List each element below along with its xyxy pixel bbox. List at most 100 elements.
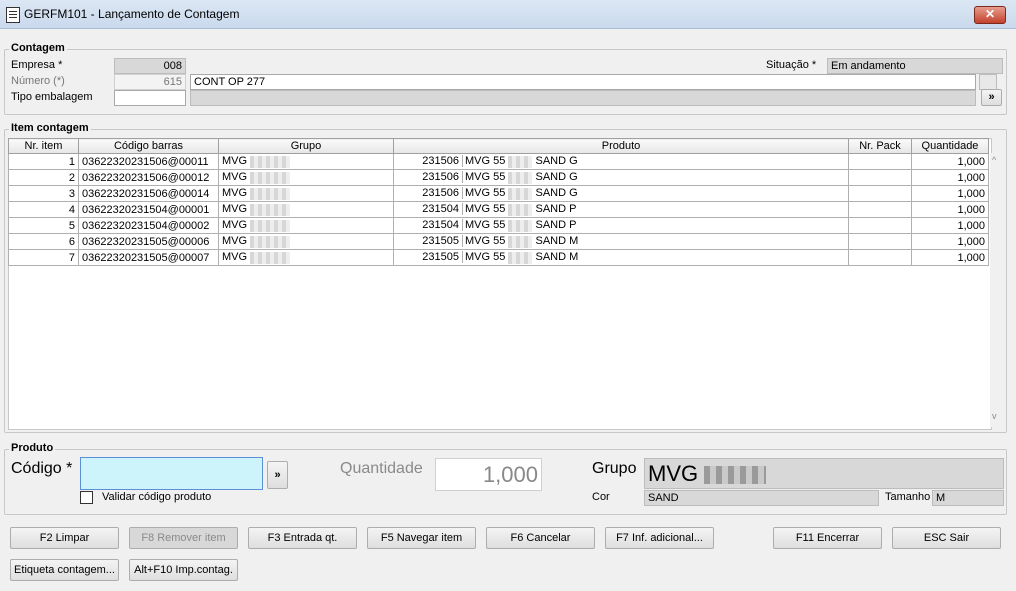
- cell-produto: 231505 MVG 55 SAND M: [393, 249, 849, 266]
- produto-nome: MVG 55: [465, 187, 506, 200]
- imp-contag-button[interactable]: Alt+F10 Imp.contag.: [129, 559, 238, 581]
- redacted-block: [250, 203, 291, 216]
- tamanho-field[interactable]: M: [932, 490, 1004, 506]
- grupo-field[interactable]: MVG: [644, 458, 1004, 489]
- situacao-field[interactable]: Em andamento: [827, 58, 1003, 74]
- cell-produto: 231505 MVG 55 SAND M: [393, 233, 849, 250]
- empresa-field[interactable]: 008: [114, 58, 186, 74]
- table-row[interactable]: 4 03622320231504@00001 MVG 231504 MVG 55 SA…: [8, 201, 989, 218]
- cell-quantidade: 1,000: [911, 217, 989, 234]
- cell-grupo: MVG: [218, 217, 394, 234]
- situacao-label: Situação *: [766, 59, 817, 71]
- col-produto[interactable]: Produto: [393, 138, 849, 154]
- codigo-input[interactable]: [80, 457, 263, 490]
- descricao-aux-button[interactable]: [979, 74, 997, 90]
- grupo-text: MVG: [222, 187, 248, 200]
- validar-label[interactable]: Validar código produto: [102, 491, 211, 503]
- cell-codigo-barras: 03622320231504@00002: [78, 217, 219, 234]
- cancelar-button[interactable]: F6 Cancelar: [486, 527, 595, 549]
- col-quantidade[interactable]: Quantidade: [911, 138, 989, 154]
- grupo-text: MVG: [222, 251, 248, 264]
- cell-produto: 231506 MVG 55 SAND G: [393, 169, 849, 186]
- limpar-button[interactable]: F2 Limpar: [10, 527, 119, 549]
- navegar-item-button[interactable]: F5 Navegar item: [367, 527, 476, 549]
- table-row[interactable]: 7 03622320231505@00007 MVG 231505 MVG 55 SA…: [8, 249, 989, 266]
- cell-nr-pack: [848, 185, 912, 202]
- cell-codigo-barras: 03622320231506@00011: [78, 153, 219, 170]
- produto-nome: MVG 55: [465, 203, 506, 216]
- cell-grupo: MVG: [218, 233, 394, 250]
- cell-nr-item: 6: [8, 233, 79, 250]
- tipo-embalagem-lookup-button[interactable]: »: [981, 89, 1002, 106]
- table-row[interactable]: 1 03622320231506@00011 MVG 231506 MVG 55 SA…: [8, 153, 989, 170]
- contagem-title: Contagem: [9, 42, 67, 54]
- cell-produto: 231506 MVG 55 SAND G: [393, 185, 849, 202]
- document-icon: [6, 7, 20, 23]
- produto-variante: SAND M: [535, 251, 579, 264]
- cell-grupo: MVG: [218, 185, 394, 202]
- cell-nr-item: 4: [8, 201, 79, 218]
- sair-button[interactable]: ESC Sair: [892, 527, 1001, 549]
- table-row[interactable]: 3 03622320231506@00014 MVG 231506 MVG 55 SA…: [8, 185, 989, 202]
- close-button[interactable]: ✕: [974, 6, 1006, 24]
- table-row[interactable]: 6 03622320231505@00006 MVG 231505 MVG 55 SA…: [8, 233, 989, 250]
- produto-nome: MVG 55: [465, 155, 506, 168]
- etiqueta-contagem-button[interactable]: Etiqueta contagem...: [10, 559, 119, 581]
- scroll-up-icon[interactable]: ^: [992, 155, 996, 165]
- tipo-embalagem-field[interactable]: [114, 90, 186, 106]
- quantidade-field[interactable]: 1,000: [435, 458, 542, 491]
- remover-item-button[interactable]: F8 Remover item: [129, 527, 238, 549]
- entrada-qt-button[interactable]: F3 Entrada qt.: [248, 527, 357, 549]
- cell-grupo: MVG: [218, 169, 394, 186]
- col-nr-item[interactable]: Nr. item: [8, 138, 79, 154]
- cor-label: Cor: [592, 491, 610, 503]
- empresa-label: Empresa *: [11, 59, 63, 71]
- redacted-block: [250, 235, 291, 248]
- produto-variante: SAND G: [535, 171, 578, 184]
- numero-field[interactable]: 615: [114, 74, 186, 90]
- encerrar-button[interactable]: F11 Encerrar: [773, 527, 882, 549]
- grupo-text: MVG: [222, 219, 248, 232]
- codigo-lookup-button[interactable]: »: [267, 461, 288, 489]
- col-grupo[interactable]: Grupo: [218, 138, 394, 154]
- quantidade-label: Quantidade: [340, 460, 423, 477]
- redacted-block: [508, 171, 533, 184]
- cell-nr-item: 1: [8, 153, 79, 170]
- cor-field[interactable]: SAND: [644, 490, 879, 506]
- produto-variante: SAND G: [535, 187, 578, 200]
- redacted-block: [508, 251, 533, 264]
- window-title: GERFM101 - Lançamento de Contagem: [24, 7, 240, 21]
- col-nr-pack[interactable]: Nr. Pack: [848, 138, 912, 154]
- cell-codigo-barras: 03622320231505@00006: [78, 233, 219, 250]
- inf-adicional-button[interactable]: F7 Inf. adicional...: [605, 527, 714, 549]
- table-row[interactable]: 2 03622320231506@00012 MVG 231506 MVG 55 SA…: [8, 169, 989, 186]
- cell-codigo-barras: 03622320231505@00007: [78, 249, 219, 266]
- cell-quantidade: 1,000: [911, 233, 989, 250]
- grid-scrollbar[interactable]: ^ v: [990, 153, 1003, 427]
- table-row[interactable]: 5 03622320231504@00002 MVG 231504 MVG 55 SA…: [8, 217, 989, 234]
- col-codigo-barras[interactable]: Código barras: [78, 138, 219, 154]
- redacted-block: [508, 155, 533, 168]
- items-table[interactable]: Nr. item Código barras Grupo Produto Nr.…: [8, 138, 989, 266]
- produto-codigo: 231505: [397, 251, 463, 264]
- descricao-field[interactable]: CONT OP 277: [190, 74, 976, 90]
- redacted-block: [250, 251, 291, 264]
- produto-nome: MVG 55: [465, 235, 506, 248]
- item-contagem-title: Item contagem: [9, 122, 91, 134]
- cell-produto: 231504 MVG 55 SAND P: [393, 217, 849, 234]
- scroll-down-icon[interactable]: v: [992, 411, 997, 421]
- tamanho-label: Tamanho: [885, 491, 931, 503]
- cell-produto: 231506 MVG 55 SAND G: [393, 153, 849, 170]
- redacted-block: [250, 187, 291, 200]
- redacted-block: [250, 155, 291, 168]
- produto-nome: MVG 55: [465, 219, 506, 232]
- cell-nr-item: 2: [8, 169, 79, 186]
- grupo-text: MVG: [222, 155, 248, 168]
- produto-variante: SAND M: [535, 235, 579, 248]
- produto-codigo: 231505: [397, 235, 463, 248]
- cell-nr-pack: [848, 217, 912, 234]
- validar-checkbox[interactable]: [80, 491, 93, 504]
- tipo-embalagem-desc: [190, 90, 976, 106]
- cell-quantidade: 1,000: [911, 249, 989, 266]
- produto-codigo: 231504: [397, 219, 463, 232]
